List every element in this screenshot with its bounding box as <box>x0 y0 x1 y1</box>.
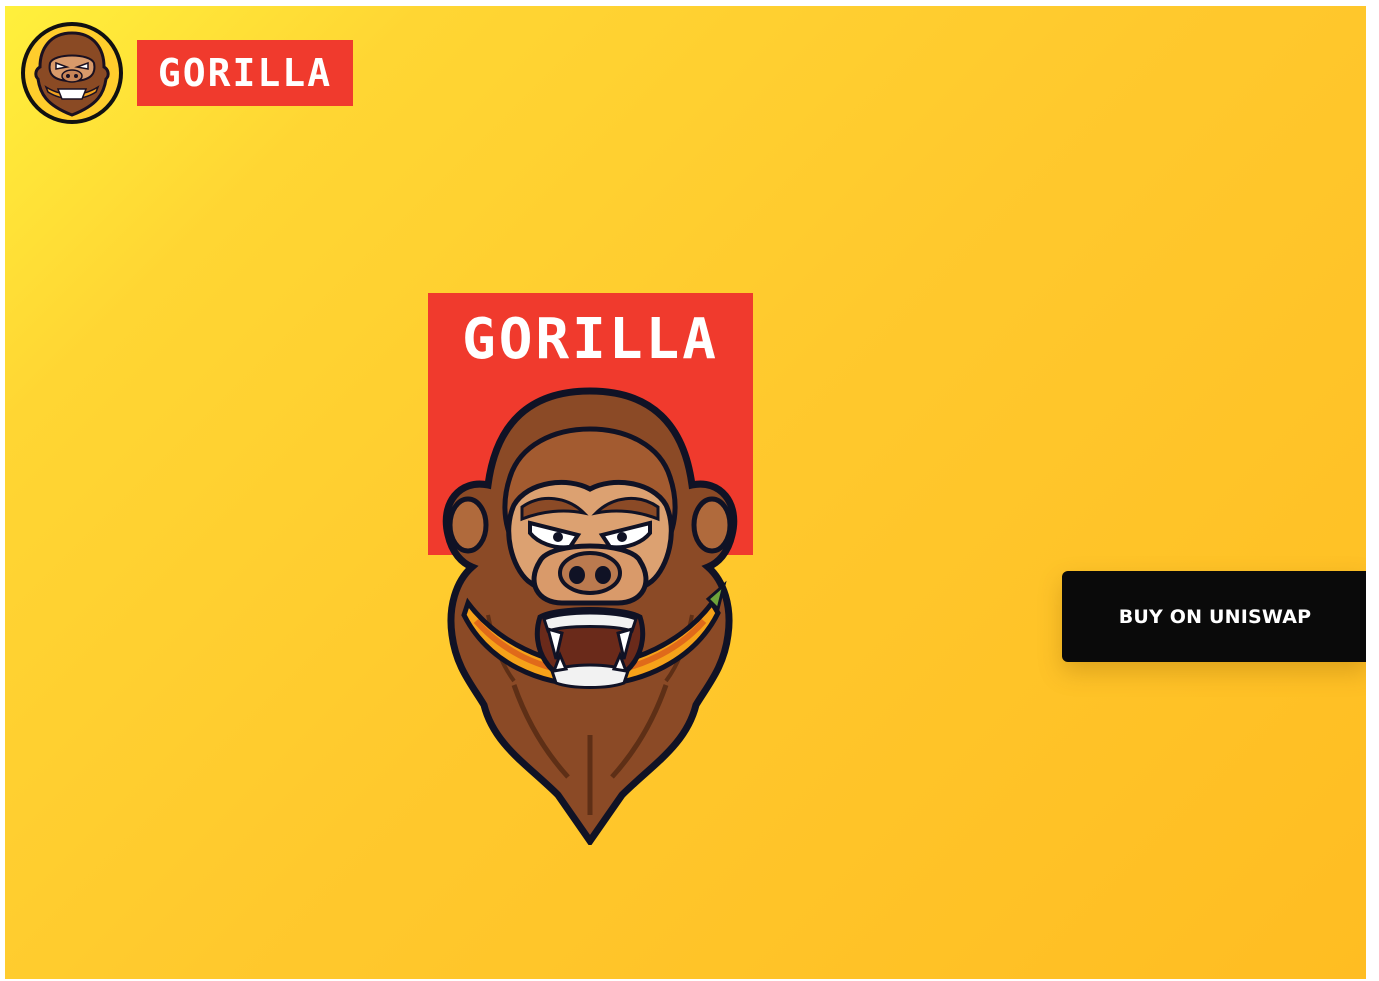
emblem-title: GORILLA <box>461 307 719 372</box>
buy-on-uniswap-button[interactable]: BUY ON UNISWAP <box>1062 571 1366 662</box>
gorilla-with-banana-icon <box>442 387 738 845</box>
avatar <box>21 22 123 124</box>
hero-emblem: GORILLA <box>418 293 778 853</box>
gorilla-head-icon <box>34 31 110 117</box>
brand-wordmark: GORILLA <box>137 40 353 106</box>
header-logo[interactable]: GORILLA <box>21 22 353 124</box>
landing-page: GORILLA GORILLA BUY ON UNISWAP <box>5 6 1366 979</box>
